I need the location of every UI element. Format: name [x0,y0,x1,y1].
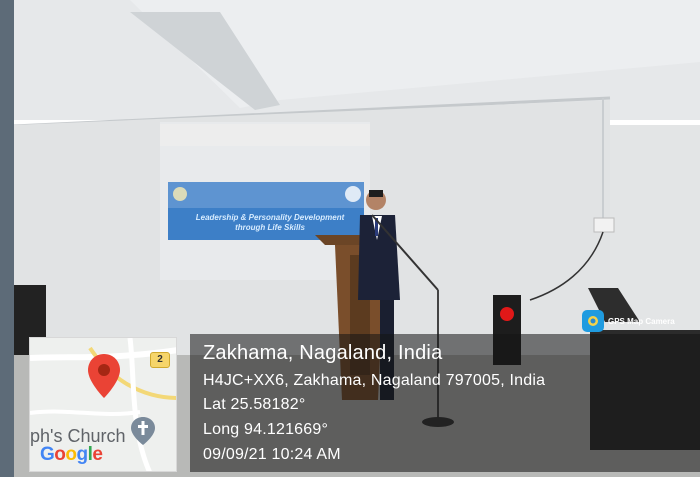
location-address: H4JC+XX6, Zakhama, Nagaland 797005, Indi… [203,372,546,389]
slide-title-line-1: Leadership & Personality Development [195,213,345,222]
location-overlay: Zakhama, Nagaland, India H4JC+XX6, Zakha… [190,334,700,472]
location-pin-icon [88,354,120,398]
slide-title-line-2: through Life Skills [235,223,305,232]
camera-icon [582,310,604,332]
watermark-label: GPS Map Camera [608,316,675,326]
timestamp: 09/09/21 10:24 AM [203,446,341,463]
location-title: Zakhama, Nagaland, India [203,342,443,364]
church-icon [131,417,155,445]
gps-map-camera-watermark: GPS Map Camera [582,310,700,332]
longitude: Long 94.121669° [203,421,329,438]
map-thumbnail: 2 ph's Church Google [29,337,177,472]
road-number-badge: 2 [150,352,170,368]
google-logo: Google [40,444,103,465]
latitude: Lat 25.58182° [203,396,306,413]
slide-title: Leadership & Personality Development thr… [175,213,365,233]
